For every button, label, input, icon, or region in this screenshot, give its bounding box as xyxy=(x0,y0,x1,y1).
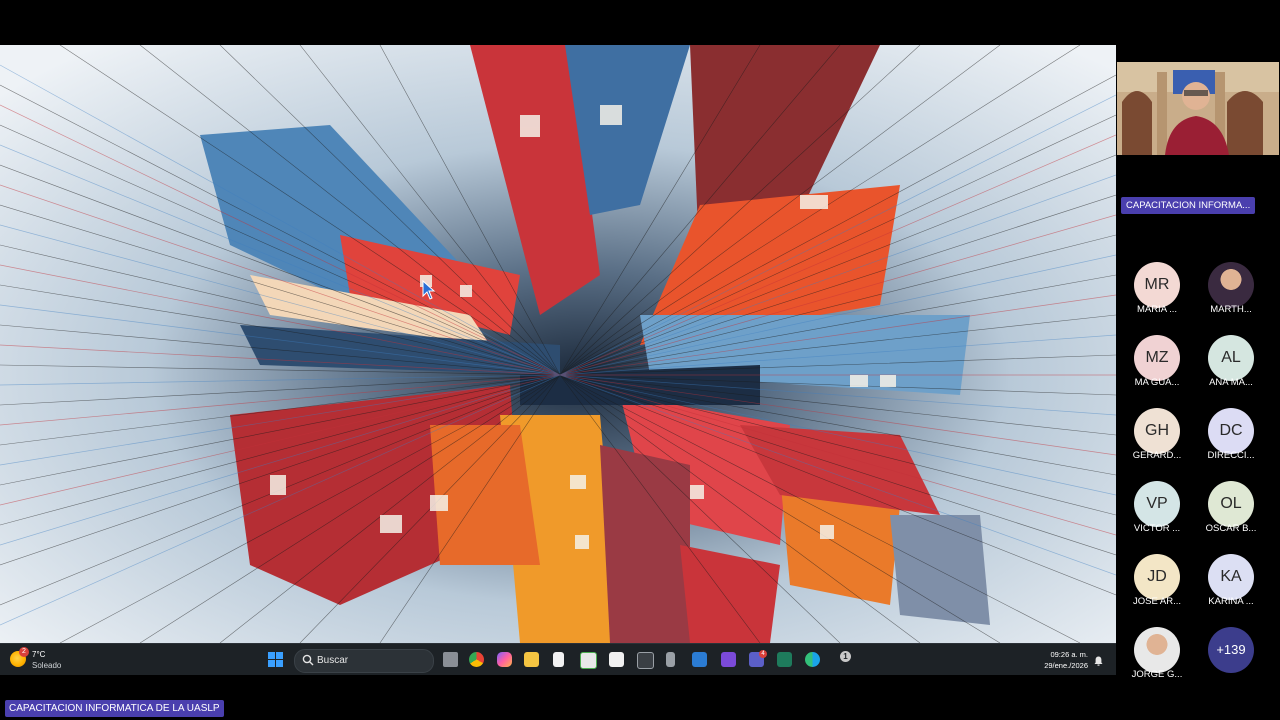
chrome-icon[interactable] xyxy=(469,652,484,667)
snipping-tool-icon[interactable] xyxy=(580,652,597,669)
participant-name: DIRECCI... xyxy=(1207,450,1255,461)
file-explorer-icon[interactable] xyxy=(524,652,539,667)
participant-tile[interactable]: JD JOSE AR... xyxy=(1120,550,1194,616)
windows-logo-tile xyxy=(276,660,283,667)
participant-avatar: AL xyxy=(1208,335,1254,381)
participant-avatar: GH xyxy=(1134,408,1180,454)
start-button[interactable] xyxy=(268,652,284,668)
participant-name: ANA MA... xyxy=(1209,377,1253,388)
onenote-icon[interactable] xyxy=(721,652,736,667)
more-participants-tile[interactable]: +139 xyxy=(1194,623,1268,689)
windows-logo-tile xyxy=(268,660,275,667)
participant-tile[interactable]: MARTH... xyxy=(1194,258,1268,324)
windows-logo-tile xyxy=(276,652,283,659)
clock-time[interactable]: 09:26 a. m. xyxy=(1040,650,1088,659)
participant-avatar: JD xyxy=(1134,554,1180,600)
usb-icon[interactable] xyxy=(666,652,675,667)
participant-avatar: KA xyxy=(1208,554,1254,600)
wallpaper-art xyxy=(0,45,1116,643)
presenter-video[interactable] xyxy=(1117,62,1279,155)
participant-name: VICTOR ... xyxy=(1133,523,1181,534)
participant-avatar xyxy=(1134,627,1180,673)
task-view-icon[interactable] xyxy=(443,652,458,667)
presenter-video-frame xyxy=(1117,62,1279,155)
participant-tile[interactable]: VP VICTOR ... xyxy=(1120,477,1194,543)
weather-temperature: 7°C xyxy=(32,650,46,659)
participant-avatar: DC xyxy=(1208,408,1254,454)
participant-tile[interactable]: DC DIRECCI... xyxy=(1194,404,1268,470)
taskbar-search[interactable]: Buscar xyxy=(294,649,434,673)
participant-name: OSCAR B... xyxy=(1205,523,1257,534)
copilot-icon[interactable] xyxy=(497,652,512,667)
more-participants-count: +139 xyxy=(1208,627,1254,673)
meeting-footer-title: CAPACITACION INFORMATICA DE LA UASLP xyxy=(5,700,224,717)
participant-name: MARTH... xyxy=(1210,304,1252,315)
participant-tile[interactable]: AL ANA MA... xyxy=(1194,331,1268,397)
participant-name: KARINA ... xyxy=(1208,596,1254,607)
clock-date[interactable]: 29/ene./2026 xyxy=(1030,661,1088,670)
participant-name: JOSE AR... xyxy=(1132,596,1182,607)
participant-tile[interactable]: GH GERARD... xyxy=(1120,404,1194,470)
participant-avatar: VP xyxy=(1134,481,1180,527)
participant-avatar: MR xyxy=(1134,262,1180,308)
search-icon xyxy=(302,654,314,666)
participant-tile[interactable]: OL OSCAR B... xyxy=(1194,477,1268,543)
weather-description: Soleado xyxy=(32,661,62,670)
participant-tile[interactable]: JORGE G... xyxy=(1120,623,1194,689)
notes-icon[interactable] xyxy=(609,652,624,667)
outlook-icon[interactable] xyxy=(692,652,707,667)
meeting-title-badge[interactable]: CAPACITACION INFORMA... xyxy=(1121,197,1256,214)
participant-name: GERARD... xyxy=(1132,450,1182,461)
edge-icon[interactable] xyxy=(805,652,820,667)
tray-alert-icon[interactable]: 1 xyxy=(840,651,851,662)
terminal-icon[interactable] xyxy=(777,652,792,667)
participant-avatar: OL xyxy=(1208,481,1254,527)
windows-taskbar: 2 7°C Soleado Buscar 4 1 09:26 a. m. 29/… xyxy=(0,643,1116,675)
teams-notification-badge: 4 xyxy=(759,650,767,658)
participant-name: MA GUA... xyxy=(1134,377,1180,388)
document-icon[interactable] xyxy=(553,652,564,667)
weather-badge: 2 xyxy=(19,647,29,657)
participant-avatar: MZ xyxy=(1134,335,1180,381)
desktop-wallpaper xyxy=(0,45,1116,643)
participant-tile[interactable]: KA KARINA ... xyxy=(1194,550,1268,616)
camera-icon[interactable] xyxy=(637,652,654,669)
participant-avatar xyxy=(1208,262,1254,308)
notification-bell-icon[interactable] xyxy=(1094,656,1103,666)
participant-tile[interactable]: MZ MA GUA... xyxy=(1120,331,1194,397)
shared-screen: 2 7°C Soleado Buscar 4 1 09:26 a. m. 29/… xyxy=(0,45,1116,675)
participant-name: MARIA ... xyxy=(1136,304,1178,315)
participant-tile[interactable]: MR MARIA ... xyxy=(1120,258,1194,324)
participant-name: JORGE G... xyxy=(1131,669,1183,680)
search-placeholder: Buscar xyxy=(317,655,349,666)
windows-logo-icon xyxy=(268,652,275,659)
mouse-cursor-icon xyxy=(422,280,436,300)
